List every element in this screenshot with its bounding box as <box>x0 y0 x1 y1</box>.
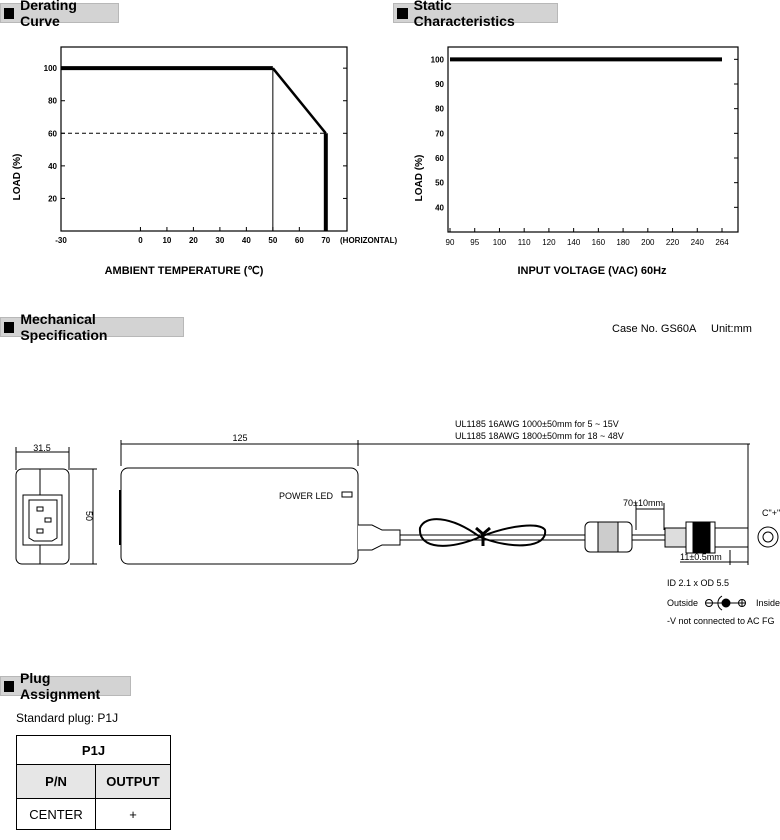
plot-frame <box>447 46 739 233</box>
y-tick-label: 80 <box>48 97 57 106</box>
derating-chart: LOAD (%) AMBIENT TEMPERATURE (℃) (HORIZO… <box>12 46 398 277</box>
polarity-label: C"+" <box>762 508 780 518</box>
power-led-label: POWER LED <box>279 491 334 501</box>
inside-label: Inside <box>756 598 780 608</box>
polarity-symbol-icon <box>705 595 746 611</box>
x-tick-label: 140 <box>567 238 581 247</box>
y-tick-label: 50 <box>435 179 444 188</box>
dim-width: 31.5 <box>33 443 51 453</box>
x-tick-label: -30 <box>55 236 67 245</box>
section-header-mechanical: Mechanical Specification <box>0 311 184 343</box>
derating-curve-segment <box>271 67 327 135</box>
x-tick-label: 100 <box>493 238 507 247</box>
bullet-square-icon <box>4 680 15 692</box>
x-tick-label: 0 <box>138 236 143 245</box>
y-tick-label: 60 <box>48 129 57 138</box>
y-tick-label: 20 <box>48 194 57 203</box>
cell-output: + <box>95 798 171 830</box>
section-title: Mechanical Specification <box>20 311 108 343</box>
x-axis-label: AMBIENT TEMPERATURE (℃) <box>105 265 264 277</box>
y-tick-label: 70 <box>435 129 444 138</box>
top-view: 125 POWER LED 70±10mm 11±0.5mm C"+" UL11… <box>119 419 780 565</box>
bullet-square-icon <box>4 321 15 333</box>
case-number: Case No. GS60A <box>612 323 697 335</box>
x-tick-label: 90 <box>446 238 455 247</box>
static-characteristics-chart: LOAD (%) INPUT VOLTAGE (VAC) 60Hz 90 95 10… <box>414 46 739 277</box>
cable-spec-1: UL1185 16AWG 1000±50mm for 5 ~ 15V <box>455 419 619 429</box>
unit-label: Unit:mm <box>711 323 752 335</box>
x-tick-label: 60 <box>295 236 304 245</box>
x-tick-label: 120 <box>542 238 556 247</box>
y-tick-label: 80 <box>435 105 444 114</box>
polarity-notes: ID 2.1 x OD 5.5 Outside Inside -V not co… <box>667 578 780 626</box>
section-header-plug: Plug Assignment <box>0 670 131 702</box>
x-axis-label: INPUT VOLTAGE (VAC) 60Hz <box>517 265 667 277</box>
side-view: 31.5 50 <box>15 443 97 565</box>
x-tick-label: 10 <box>162 236 171 245</box>
x-tick-label: 180 <box>616 238 630 247</box>
header-output: OUTPUT <box>95 764 171 799</box>
x-tick-label: 95 <box>470 238 479 247</box>
plug-assignment-table: P1J P/N OUTPUT CENTER + <box>16 735 171 830</box>
x-tick-label: 40 <box>242 236 251 245</box>
table-title: P1J <box>16 735 171 765</box>
standard-plug-label: Standard plug: P1J <box>16 711 119 725</box>
y-tick-label: 100 <box>431 55 445 64</box>
plug-length: 11±0.5mm <box>680 552 722 562</box>
fg-note: -V not connected to AC FG <box>667 616 775 626</box>
x-tick-label: 20 <box>189 236 198 245</box>
header-pn: P/N <box>16 764 96 799</box>
x-tick-label: 30 <box>215 236 224 245</box>
table-row: CENTER + <box>16 798 171 830</box>
y-tick-label: 100 <box>44 64 58 73</box>
mechanical-drawing: 31.5 50 125 POWER LED 70±10mm 11±0.5mm C… <box>15 419 780 626</box>
power-led-indicator <box>341 491 353 498</box>
x-tick-label: 200 <box>641 238 655 247</box>
x-tick-label: 264 <box>715 238 729 247</box>
y-tick-label: 90 <box>435 80 444 89</box>
y-tick-label: 40 <box>435 203 444 212</box>
x-tick-label: 50 <box>268 236 277 245</box>
x-tick-label: 220 <box>666 238 680 247</box>
y-tick-label: 40 <box>48 162 57 171</box>
cable-spec-2: UL1185 18AWG 1800±50mm for 18 ~ 48V <box>455 431 624 441</box>
dim-height: 50 <box>84 511 94 521</box>
x-tick-label: 110 <box>518 238 531 247</box>
y-axis-label: LOAD (%) <box>414 155 425 202</box>
x-tick-label: 70 <box>321 236 330 245</box>
outside-label: Outside <box>667 598 698 608</box>
section-title: Plug Assignment <box>20 670 101 702</box>
dim-length: 125 <box>232 433 247 443</box>
x-axis-note: (HORIZONTAL) <box>340 236 398 245</box>
x-tick-label: 160 <box>592 238 606 247</box>
cell-pn: CENTER <box>16 798 96 830</box>
x-tick-label: 240 <box>691 238 705 247</box>
y-tick-label: 60 <box>435 154 444 163</box>
plug-size: ID 2.1 x OD 5.5 <box>667 578 729 588</box>
plot-frame <box>60 46 348 232</box>
y-axis-label: LOAD (%) <box>12 154 23 201</box>
ferrite-distance: 70±10mm <box>623 498 663 508</box>
